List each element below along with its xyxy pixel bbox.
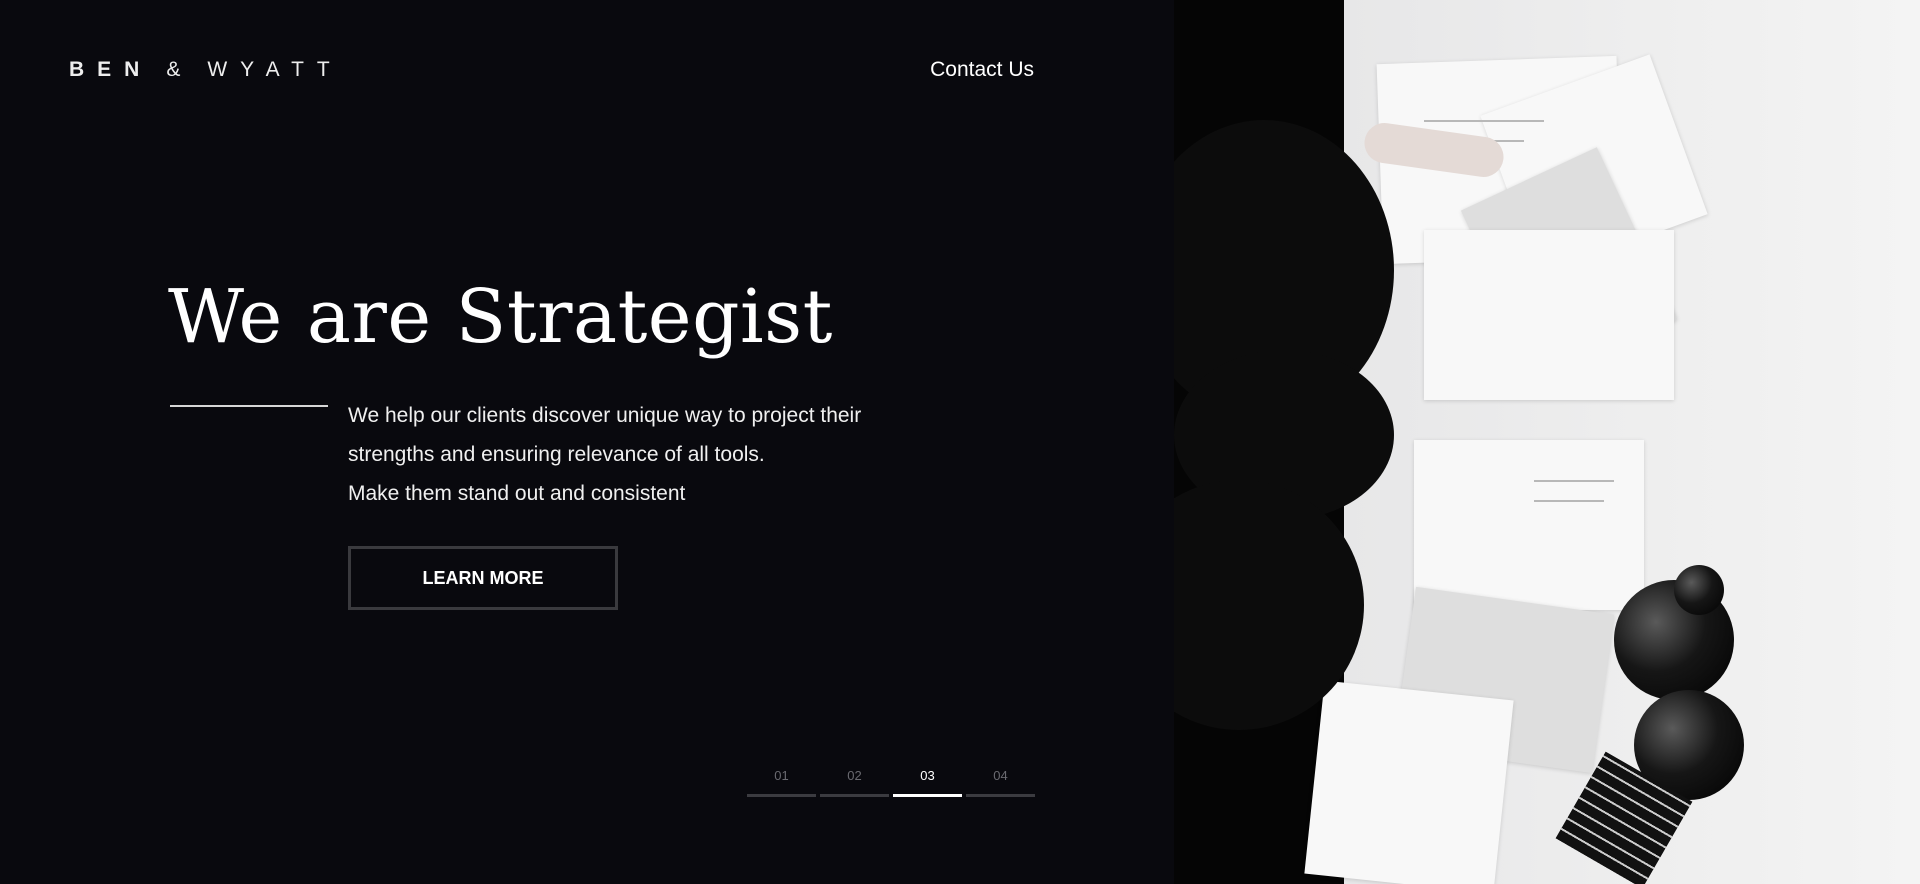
- pager-item-02[interactable]: 02: [820, 768, 889, 797]
- photo-text-line: [1424, 120, 1544, 122]
- hero-title: We are Strategist: [168, 274, 833, 360]
- contact-us-link[interactable]: Contact Us: [930, 58, 1034, 82]
- hero-description: We help our clients discover unique way …: [348, 396, 948, 513]
- title-divider: [170, 405, 328, 407]
- page: BEN & WYATT Contact Us We are Strategist W…: [0, 0, 1920, 884]
- pager-item-01[interactable]: 01: [747, 768, 816, 797]
- photo-paper: [1424, 230, 1674, 400]
- logo-ampersand: &: [166, 58, 194, 81]
- pager-number: 02: [847, 768, 862, 783]
- logo-first-word: BEN: [69, 58, 153, 81]
- pager-number: 03: [920, 768, 935, 783]
- description-line: strengths and ensuring relevance of all …: [348, 443, 765, 466]
- photo-paper: [1304, 680, 1514, 884]
- photo-cup: [1674, 565, 1724, 615]
- description-line: Make them stand out and consistent: [348, 482, 686, 505]
- pager-item-03[interactable]: 03: [893, 768, 962, 797]
- pager-bar: [820, 794, 889, 797]
- logo-second-word: WYATT: [207, 58, 343, 81]
- learn-more-button[interactable]: LEARN MORE: [348, 546, 618, 610]
- photo-text-line: [1534, 480, 1614, 482]
- pager-number: 04: [993, 768, 1008, 783]
- slide-pager: 01 02 03 04: [747, 768, 1035, 797]
- brand-logo[interactable]: BEN & WYATT: [69, 58, 343, 82]
- pager-number: 01: [774, 768, 789, 783]
- photo-paper: [1414, 440, 1644, 610]
- pager-bar: [747, 794, 816, 797]
- hero-panel: BEN & WYATT Contact Us We are Strategist W…: [0, 0, 1174, 884]
- pager-bar: [893, 794, 962, 797]
- pager-bar: [966, 794, 1035, 797]
- photo-text-line: [1534, 500, 1604, 502]
- hero-photo: [1174, 0, 1920, 884]
- pager-item-04[interactable]: 04: [966, 768, 1035, 797]
- description-line: We help our clients discover unique way …: [348, 404, 862, 427]
